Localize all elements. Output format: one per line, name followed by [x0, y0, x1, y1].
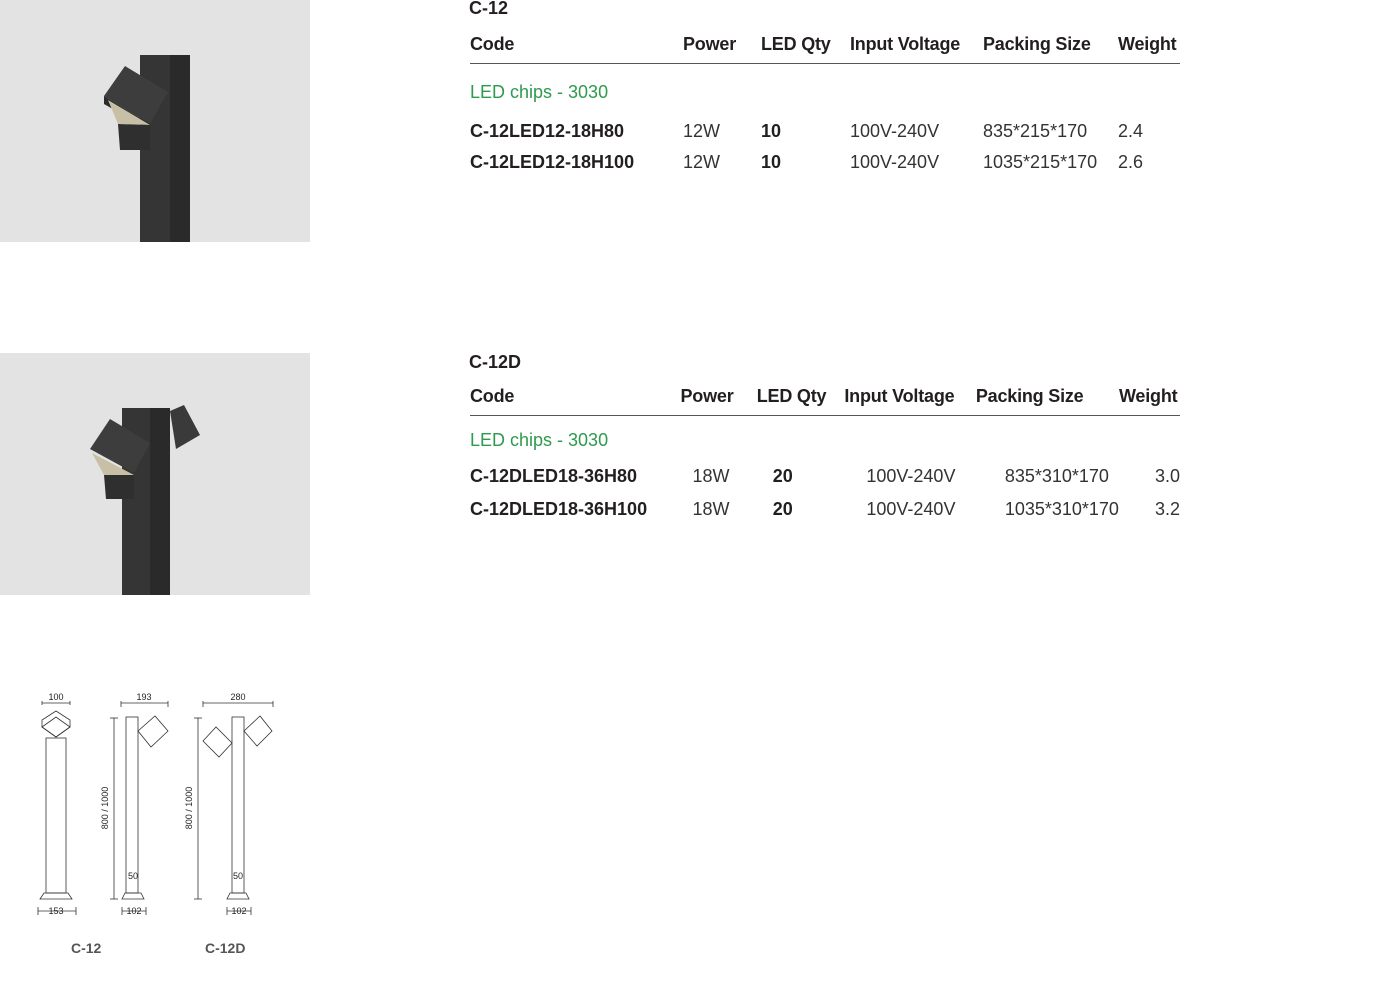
- col-power: Power: [683, 34, 761, 64]
- dim-c12-height: 800 / 1000: [100, 787, 110, 830]
- cell-packing: 835*310*170: [1004, 466, 1109, 486]
- dim-c12d-top: 280: [230, 692, 245, 702]
- cell-voltage: 100V-240V: [866, 466, 956, 486]
- section-title-c12d: C-12D: [469, 352, 522, 372]
- table-row: C-12LED12-18H100 12W 10 100V-240V 1035*2…: [470, 147, 1180, 178]
- col-code: Code: [470, 34, 683, 64]
- technical-drawings: 100 153 193 800 / 1000 50 102 280 800 / …: [37, 692, 274, 916]
- cell-voltage: 100V-240V: [866, 499, 956, 519]
- col-power: Power: [680, 386, 757, 416]
- dim-c12-top: 100: [48, 692, 63, 702]
- drawing-c12-front: [37, 701, 77, 915]
- bollard-c12-image: [104, 55, 190, 242]
- drawing-label-c12: C-12: [71, 940, 102, 956]
- spec-table-c12d: Code Power LED Qty Input Voltage Packing…: [470, 386, 1180, 526]
- cell-voltage: 100V-240V: [850, 121, 940, 141]
- led-chips-label: LED chips - 3030: [470, 81, 609, 102]
- cell-weight: 2.6: [1118, 152, 1144, 172]
- cell-packing: 1035*215*170: [983, 152, 1098, 172]
- table-row: C-12DLED18-36H80 18W 20 100V-240V 835*31…: [470, 460, 1180, 493]
- cell-voltage: 100V-240V: [850, 152, 940, 172]
- col-led-qty: LED Qty: [756, 386, 845, 416]
- col-weight: Weight: [1118, 34, 1180, 64]
- cell-weight: 3.2: [1154, 499, 1180, 519]
- cell-code: C-12DLED18-36H100: [470, 499, 648, 519]
- cell-power: 18W: [692, 499, 730, 519]
- cell-power: 18W: [692, 466, 730, 486]
- cell-code: C-12LED12-18H80: [470, 121, 625, 141]
- cell-led-qty: 10: [761, 152, 782, 172]
- chips-row: LED chips - 3030: [470, 64, 1180, 117]
- cell-led-qty: 20: [772, 466, 793, 486]
- cell-packing: 835*215*170: [983, 121, 1088, 141]
- cell-power: 12W: [683, 152, 721, 172]
- col-input-voltage: Input Voltage: [844, 386, 976, 416]
- table-header-row: Code Power LED Qty Input Voltage Packing…: [470, 386, 1180, 416]
- col-code: Code: [470, 386, 681, 416]
- cell-led-qty: 20: [772, 499, 793, 519]
- cell-weight: 2.4: [1118, 121, 1144, 141]
- dim-c12-side-base: 102: [126, 906, 141, 916]
- spec-table-c12: Code Power LED Qty Input Voltage Packing…: [470, 34, 1180, 178]
- col-input-voltage: Input Voltage: [850, 34, 983, 64]
- col-led-qty: LED Qty: [761, 34, 850, 64]
- table-row: C-12LED12-18H80 12W 10 100V-240V 835*215…: [470, 116, 1180, 147]
- col-packing-size: Packing Size: [975, 386, 1119, 416]
- product-photo-c12d: [0, 353, 310, 595]
- dim-c12-base: 153: [48, 906, 63, 916]
- dim-c12d-height: 800 / 1000: [184, 787, 194, 830]
- product-photo-c12: [0, 0, 310, 242]
- cell-power: 12W: [683, 121, 721, 141]
- dim-c12-post: 50: [128, 871, 138, 881]
- table-header-row: Code Power LED Qty Input Voltage Packing…: [470, 34, 1180, 64]
- cell-led-qty: 10: [761, 121, 782, 141]
- led-chips-label: LED chips - 3030: [470, 429, 609, 450]
- drawing-label-c12d: C-12D: [205, 940, 246, 956]
- bollard-c12d-image: [90, 405, 200, 595]
- cell-code: C-12LED12-18H100: [470, 152, 635, 172]
- dim-c12d-post: 50: [233, 871, 243, 881]
- cell-code: C-12DLED18-36H80: [470, 466, 638, 486]
- cell-packing: 1035*310*170: [1004, 499, 1119, 519]
- dim-c12-side-top: 193: [136, 692, 151, 702]
- table-row: C-12DLED18-36H100 18W 20 100V-240V 1035*…: [470, 493, 1180, 526]
- drawing-c12-side: [110, 701, 169, 915]
- drawing-c12d: [194, 701, 274, 915]
- col-weight: Weight: [1118, 386, 1180, 416]
- cell-weight: 3.0: [1154, 466, 1180, 486]
- chips-row: LED chips - 3030: [470, 416, 1180, 461]
- col-packing-size: Packing Size: [983, 34, 1118, 64]
- dim-c12d-base: 102: [231, 906, 246, 916]
- section-title-c12: C-12: [469, 0, 509, 18]
